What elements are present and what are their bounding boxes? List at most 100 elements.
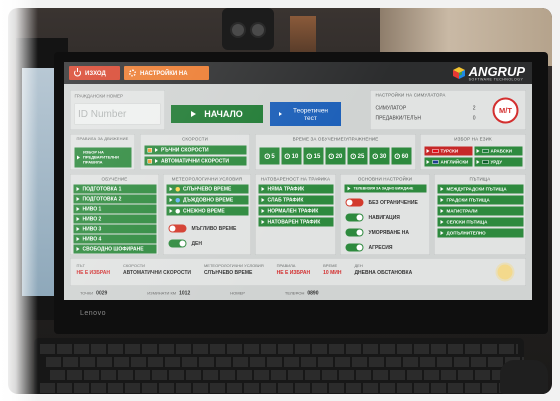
duration-button[interactable]: 10 [281, 147, 302, 165]
weather-option-label: СЛЪНЧЕВО ВРЕМЕ [183, 186, 232, 192]
training-level-button[interactable]: ПОДГОТОВКА 2 [73, 194, 157, 204]
training-level-label: НИВО 4 [82, 236, 102, 242]
theory-test-label: Теоретичен тест [292, 106, 329, 122]
training-level-label: НИВО 2 [82, 216, 102, 222]
exit-button[interactable]: ИЗХОД [69, 66, 120, 80]
toggle-switch[interactable] [345, 213, 364, 222]
language-option-label: АНГЛИЙСКИ [440, 159, 469, 165]
rear-view-button[interactable]: ТЕЛЕВИЗИЯ ЗА ЗАДНО ВИЖДАНЕ [344, 184, 427, 193]
toggle-switch[interactable] [345, 243, 364, 252]
basic-toggles: БЕЗ ОГРАНИЧЕНИЕ НАВИГАЦИЯ УМОРЯВАНЕ НА АГРЕ… [345, 198, 418, 252]
training-level-button[interactable]: НИВО 3 [73, 224, 157, 234]
start-button[interactable]: НАЧАЛО [171, 105, 263, 123]
status-group: ПЪТ НЕ Е ИЗБРАН [77, 264, 111, 276]
speed-option-button[interactable]: РЪЧНИ СКОРОСТИ [144, 145, 247, 155]
training-level-button[interactable]: НИВО 2 [73, 214, 157, 224]
id-number-input[interactable] [74, 103, 161, 125]
arabic-flag-icon [482, 149, 489, 153]
road-type-button[interactable]: СЕЛСКИ ПЪТИЩА [437, 217, 524, 227]
language-option-button[interactable]: АРАБСКИ [474, 146, 523, 156]
toggle-switch[interactable] [168, 224, 187, 233]
footer-stat-value: 0029 [96, 290, 108, 296]
weather-panel: МЕТЕОРОЛОГИЧНИ УСЛОВИЯ СЛЪНЧЕВО ВРЕМЕ ДЪЖ… [163, 174, 251, 255]
simulator-row-value: 0 [472, 115, 476, 122]
snow-icon [175, 208, 180, 214]
toggle-switch[interactable] [345, 228, 364, 237]
duration-button[interactable]: 60 [391, 147, 412, 165]
weather-option-button[interactable]: СНЕЖНО ВРЕМЕ [166, 206, 249, 216]
play-icon [77, 155, 80, 160]
language-option-button[interactable]: ТУРСКИ [424, 146, 473, 156]
toggle-row: ДЕН [168, 239, 237, 248]
theory-test-button[interactable]: Теоретичен тест [270, 102, 341, 126]
speed-option-button[interactable]: АВТОМАТИЧНИ СКОРОСТИ [144, 156, 247, 166]
duration-button[interactable]: 15 [303, 147, 324, 165]
play-icon [440, 220, 444, 224]
weather-option-label: СНЕЖНО ВРЕМЕ [183, 208, 225, 214]
training-level-button[interactable]: НИВО 4 [73, 234, 157, 244]
toggle-label: АГРЕСИЯ [368, 244, 393, 251]
road-type-button[interactable]: МАГИСТРАЛИ [437, 206, 524, 216]
training-level-button[interactable]: ПОДГОТОВКА 1 [73, 184, 157, 194]
duration-button[interactable]: 30 [369, 147, 390, 165]
basic-settings-panel: ОСНОВНИ НАСТРОЙКИ ТЕЛЕВИЗИЯ ЗА ЗАДНО ВИЖ… [340, 174, 430, 255]
road-type-label: ДОПЪЛНИТЕЛНО [446, 230, 486, 236]
simulator-settings-title: НАСТРОЙКИ НА СИМУЛАТОРА [375, 92, 446, 98]
clock-icon [394, 153, 401, 159]
play-icon [440, 198, 444, 202]
traffic-option-button[interactable]: НЯМА ТРАФИК [258, 184, 334, 194]
clock-icon [372, 153, 379, 159]
settings-button[interactable]: НАСТРОЙКИ НА [124, 66, 209, 80]
duration-label: 15 [313, 152, 321, 160]
sun-icon [175, 186, 180, 192]
weather-option-button[interactable]: СЛЪНЧЕВО ВРЕМЕ [166, 184, 249, 194]
training-level-button[interactable]: СВОБОДНО ШОФИРАНЕ [73, 244, 157, 254]
road-type-button[interactable]: ДОПЪЛНИТЕЛНО [437, 228, 524, 238]
identity-label: ГРАЖДАНСКИ НОМЕР [74, 93, 123, 99]
road-type-button[interactable]: ГРАДСКИ ПЪТИЩА [437, 195, 524, 205]
logo-text: ANGRUP [468, 63, 525, 79]
road-type-button[interactable]: МЕЖДУГРАДСКИ ПЪТИЩА [437, 184, 524, 194]
toggle-switch[interactable] [168, 239, 187, 248]
play-icon [261, 220, 265, 224]
play-icon [76, 247, 80, 251]
time-title: ВРЕМЕ ЗА ОБУЧЕНИЕ/УПРАЖНЕНИЕ [292, 136, 379, 142]
play-icon [76, 237, 80, 241]
training-level-button[interactable]: НИВО 1 [73, 204, 157, 214]
duration-button[interactable]: 5 [259, 147, 280, 165]
rules-title: ПРАВИЛА ЗА ДВИЖЕНИЕ [76, 136, 129, 142]
monitor-brand: Lenovo [80, 310, 106, 317]
weather-option-button[interactable]: ДЪЖДОВНО ВРЕМЕ [166, 195, 249, 205]
toggle-row: МЪГЛИВО ВРЕМЕ [168, 224, 236, 233]
duration-label: 30 [379, 152, 387, 160]
uk-flag-icon [432, 160, 439, 164]
play-icon [261, 209, 265, 213]
simulator-row: ПРЕДАВКИ/ТЕЛЪН 0 [376, 116, 476, 122]
status-label: ПЪТ [76, 263, 85, 269]
sun-icon [497, 264, 513, 280]
duration-label: 60 [401, 152, 409, 160]
time-list: 5 10 15 20 25 30 60 [259, 147, 412, 165]
toggle-switch[interactable] [345, 198, 364, 207]
play-icon [426, 149, 430, 153]
speed-option-label: АВТОМАТИЧНИ СКОРОСТИ [161, 158, 229, 164]
training-level-label: СВОБОДНО ШОФИРАНЕ [82, 246, 144, 252]
traffic-option-button[interactable]: НАТОВАРЕН ТРАФИК [258, 217, 334, 227]
footer-stat: ТОЧКИ 0029 [80, 290, 107, 296]
language-option-button[interactable]: АНГЛИЙСКИ [424, 157, 473, 167]
road-type-label: МЕЖДУГРАДСКИ ПЪТИЩА [446, 186, 507, 192]
transmission-badge[interactable]: М/Т [492, 97, 519, 124]
training-level-label: НИВО 1 [82, 206, 102, 212]
play-icon [440, 209, 444, 213]
language-option-button[interactable]: УРДУ [474, 157, 523, 167]
traffic-option-button[interactable]: СЛАБ ТРАФИК [258, 195, 334, 205]
duration-button[interactable]: 20 [325, 147, 346, 165]
duration-button[interactable]: 25 [347, 147, 368, 165]
language-title: ИЗБОР НА ЕЗИК [454, 136, 492, 142]
checkbox-icon [147, 147, 152, 153]
rules-select-button[interactable]: ИЗБОР НА ПРЕДВАРИТЕЛНИ ПРАВИЛА [74, 147, 132, 168]
traffic-option-button[interactable]: НОРМАЛЕН ТРАФИК [258, 206, 334, 216]
toggle-row: УМОРЯВАНЕ НА [345, 228, 418, 237]
rain-icon [175, 197, 180, 203]
weather-list: СЛЪНЧЕВО ВРЕМЕ ДЪЖДОВНО ВРЕМЕ СНЕЖНО ВРЕМЕ [166, 184, 249, 216]
